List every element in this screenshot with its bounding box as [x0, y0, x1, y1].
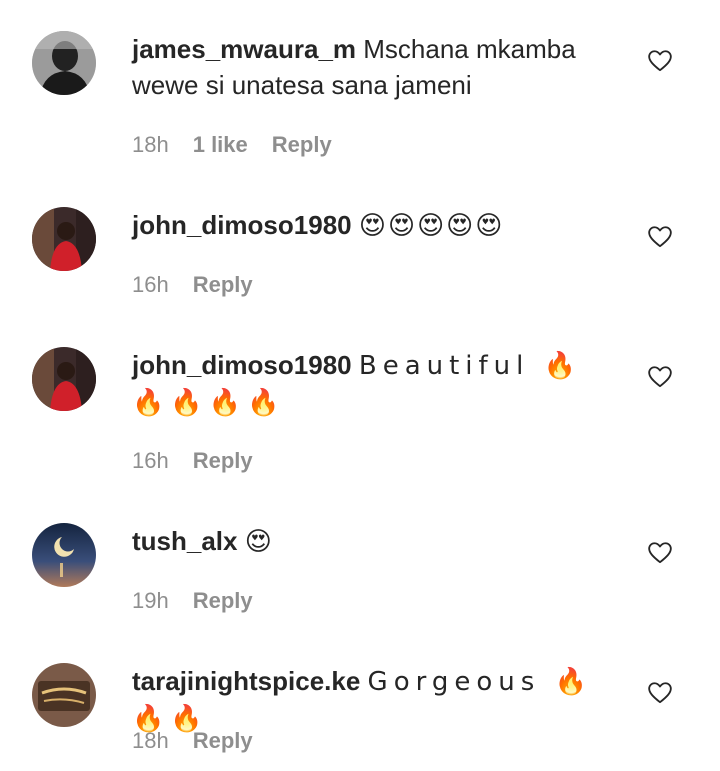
heart-outline-icon[interactable]	[647, 224, 673, 250]
reply-button[interactable]: Reply	[193, 586, 253, 616]
comment-text: tush_alx 😍	[132, 523, 612, 560]
reply-button[interactable]: Reply	[272, 130, 332, 160]
comment-time: 18h	[132, 132, 169, 157]
comment-message: 😍	[244, 527, 274, 557]
reply-button[interactable]: Reply	[193, 270, 253, 300]
comment-meta: 19h Reply	[132, 586, 253, 616]
heart-outline-icon[interactable]	[647, 680, 673, 706]
comment-time: 18h	[132, 728, 169, 753]
comment-text: james_mwaura_m Mschana mkamba wewe si un…	[132, 31, 612, 103]
nightspice-logo-avatar	[32, 663, 96, 727]
heart-outline-icon[interactable]	[647, 48, 673, 74]
avatar-john[interactable]	[32, 207, 96, 271]
comment-time: 19h	[132, 588, 169, 613]
comment-username[interactable]: tush_alx	[132, 526, 238, 556]
comment-username[interactable]: james_mwaura_m	[132, 34, 356, 64]
avatar-tush[interactable]	[32, 523, 96, 587]
comment-time: 16h	[132, 272, 169, 297]
avatar-james[interactable]	[32, 31, 96, 95]
heart-outline-icon[interactable]	[647, 364, 673, 390]
comment-text: john_dimoso1980 😍😍😍😍😍	[132, 207, 612, 244]
comment-likes[interactable]: 1 like	[193, 130, 248, 160]
comment-username[interactable]: john_dimoso1980	[132, 350, 352, 380]
avatar-john[interactable]	[32, 347, 96, 411]
comment-username[interactable]: tarajinightspice.ke	[132, 666, 360, 696]
reply-button[interactable]: Reply	[193, 446, 253, 476]
comment-meta: 18h 1 like Reply	[132, 130, 332, 160]
comment-username[interactable]: john_dimoso1980	[132, 210, 352, 240]
comment-text: john_dimoso1980 Beautiful 🔥🔥🔥🔥🔥	[132, 347, 587, 421]
reply-button[interactable]: Reply	[193, 726, 253, 756]
comment-meta: 16h Reply	[132, 270, 253, 300]
comment-meta: 18h Reply	[132, 726, 253, 756]
avatar-tarajinightspice[interactable]	[32, 663, 96, 727]
comment-meta: 16h Reply	[132, 446, 253, 476]
comment-time: 16h	[132, 448, 169, 473]
heart-outline-icon[interactable]	[647, 540, 673, 566]
comment-message: 😍😍😍😍😍	[358, 211, 505, 241]
